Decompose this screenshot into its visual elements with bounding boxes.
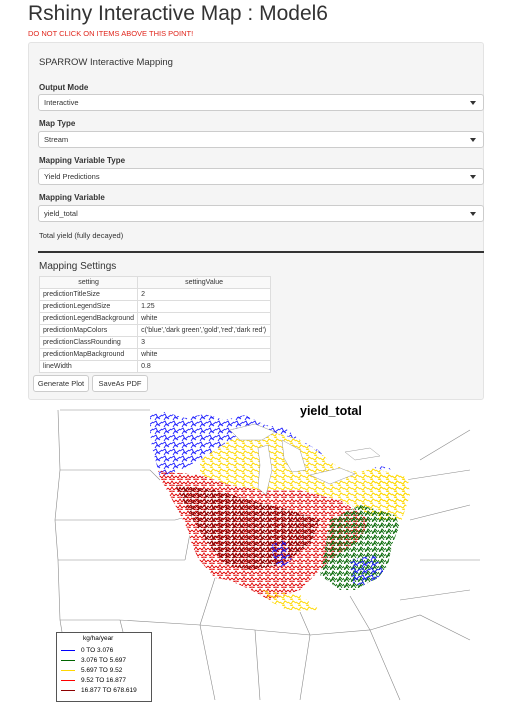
table-row[interactable]: predictionLegendSize 1.25 bbox=[38, 300, 272, 313]
settings-table: setting settingValue predictionTitleSize… bbox=[38, 276, 272, 373]
output-mode-label: Output Mode bbox=[39, 83, 89, 92]
map-type-label: Map Type bbox=[39, 119, 76, 128]
mapping-variable-help: Total yield (fully decayed) bbox=[39, 231, 124, 240]
warning-text: DO NOT CLICK ON ITEMS ABOVE THIS POINT! bbox=[28, 29, 194, 38]
save-pdf-button[interactable]: SaveAs PDF bbox=[92, 375, 148, 392]
mapping-variable-type-label: Mapping Variable Type bbox=[39, 156, 126, 165]
legend-title: kg/ha/year bbox=[83, 635, 114, 642]
setting-cell[interactable]: predictionLegendSize bbox=[38, 300, 139, 313]
legend-swatch bbox=[61, 679, 75, 682]
map-type-value: Stream bbox=[44, 135, 69, 144]
setting-cell[interactable]: predictionMapBackground bbox=[38, 348, 139, 361]
setting-cell[interactable]: predictionClassRounding bbox=[38, 336, 139, 349]
setting-value-cell[interactable]: c('blue','dark green','gold','red','dark… bbox=[137, 324, 272, 337]
legend-swatch bbox=[61, 669, 75, 672]
sidebar-panel: SPARROW Interactive Mapping Output Mode … bbox=[28, 42, 484, 400]
setting-value-cell[interactable]: 3 bbox=[137, 336, 272, 349]
table-row[interactable]: predictionMapBackground white bbox=[38, 348, 272, 361]
legend-label: 0 TO 3.076 bbox=[81, 647, 114, 654]
output-mode-select[interactable]: Interactive bbox=[38, 94, 484, 111]
table-row[interactable]: predictionMapColors c('blue','dark green'… bbox=[38, 324, 272, 337]
panel-heading: SPARROW Interactive Mapping bbox=[39, 57, 173, 68]
legend-item: 0 TO 3.076 bbox=[61, 647, 113, 655]
chevron-down-icon bbox=[470, 175, 476, 179]
setting-value-cell[interactable]: 0.8 bbox=[137, 360, 272, 373]
legend-item: 16.877 TO 678.619 bbox=[61, 687, 137, 695]
legend-label: 9.52 TO 16.877 bbox=[81, 677, 126, 684]
table-row[interactable]: predictionTitleSize 2 bbox=[38, 288, 272, 301]
table-row[interactable]: lineWidth 0.8 bbox=[38, 360, 272, 373]
table-row[interactable]: predictionClassRounding 3 bbox=[38, 336, 272, 349]
legend-item: 3.076 TO 5.697 bbox=[61, 657, 126, 665]
map-legend: kg/ha/year 0 TO 3.076 3.076 TO 5.697 5.6… bbox=[56, 632, 152, 702]
legend-swatch bbox=[61, 659, 75, 662]
chevron-down-icon bbox=[470, 138, 476, 142]
app-title: Rshiny Interactive Map : Model6 bbox=[28, 2, 328, 25]
legend-label: 16.877 TO 678.619 bbox=[81, 687, 137, 694]
map-type-select[interactable]: Stream bbox=[38, 131, 484, 148]
section-divider bbox=[38, 251, 484, 253]
mapping-variable-type-value: Yield Predictions bbox=[44, 172, 100, 181]
stream-network bbox=[150, 412, 410, 612]
mapping-variable-type-select[interactable]: Yield Predictions bbox=[38, 168, 484, 185]
setting-value-cell[interactable]: 2 bbox=[137, 288, 272, 301]
chevron-down-icon bbox=[470, 212, 476, 216]
legend-label: 5.697 TO 9.52 bbox=[81, 667, 123, 674]
setting-cell[interactable]: lineWidth bbox=[38, 360, 139, 373]
map-title: yield_total bbox=[300, 404, 362, 418]
generate-plot-button[interactable]: Generate Plot bbox=[33, 375, 89, 392]
column-header: setting bbox=[38, 276, 139, 289]
legend-label: 3.076 TO 5.697 bbox=[81, 657, 126, 664]
mapping-variable-value: yield_total bbox=[44, 209, 78, 218]
setting-value-cell[interactable]: white bbox=[137, 348, 272, 361]
chevron-down-icon bbox=[470, 101, 476, 105]
table-row[interactable]: predictionLegendBackground white bbox=[38, 312, 272, 325]
legend-swatch bbox=[61, 649, 75, 652]
legend-item: 5.697 TO 9.52 bbox=[61, 667, 122, 675]
column-header: settingValue bbox=[137, 276, 272, 289]
legend-item: 9.52 TO 16.877 bbox=[61, 677, 126, 685]
mapping-variable-select[interactable]: yield_total bbox=[38, 205, 484, 222]
output-mode-value: Interactive bbox=[44, 98, 79, 107]
setting-cell[interactable]: predictionLegendBackground bbox=[38, 312, 139, 325]
setting-value-cell[interactable]: white bbox=[137, 312, 272, 325]
setting-value-cell[interactable]: 1.25 bbox=[137, 300, 272, 313]
mapping-variable-label: Mapping Variable bbox=[39, 193, 105, 202]
setting-cell[interactable]: predictionMapColors bbox=[38, 324, 139, 337]
table-header-row: setting settingValue bbox=[38, 276, 272, 289]
mapping-settings-title: Mapping Settings bbox=[39, 261, 117, 272]
legend-swatch bbox=[61, 689, 75, 692]
setting-cell[interactable]: predictionTitleSize bbox=[38, 288, 139, 301]
